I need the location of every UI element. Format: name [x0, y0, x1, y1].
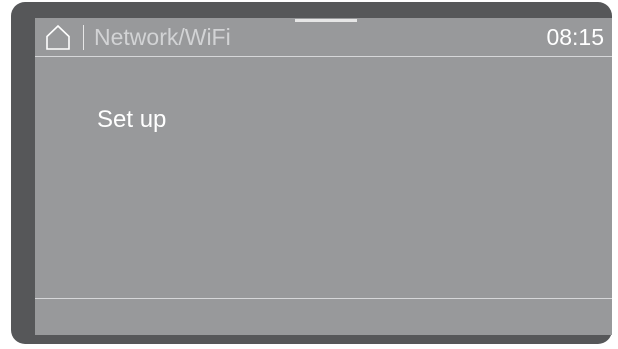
display-screen: Network/WiFi 08:15 Set up: [35, 18, 612, 335]
header-rule: [35, 56, 612, 57]
device-bezel: Network/WiFi 08:15 Set up: [11, 2, 612, 344]
home-button[interactable]: [45, 24, 71, 50]
clock: 08:15: [546, 24, 604, 50]
page-title: Network/WiFi: [94, 24, 231, 50]
home-icon: [46, 24, 70, 50]
footer-rule: [35, 298, 612, 299]
header-bar: Network/WiFi 08:15: [35, 18, 612, 56]
menu-item-set-up[interactable]: Set up: [97, 104, 166, 136]
header-divider: [83, 25, 84, 50]
